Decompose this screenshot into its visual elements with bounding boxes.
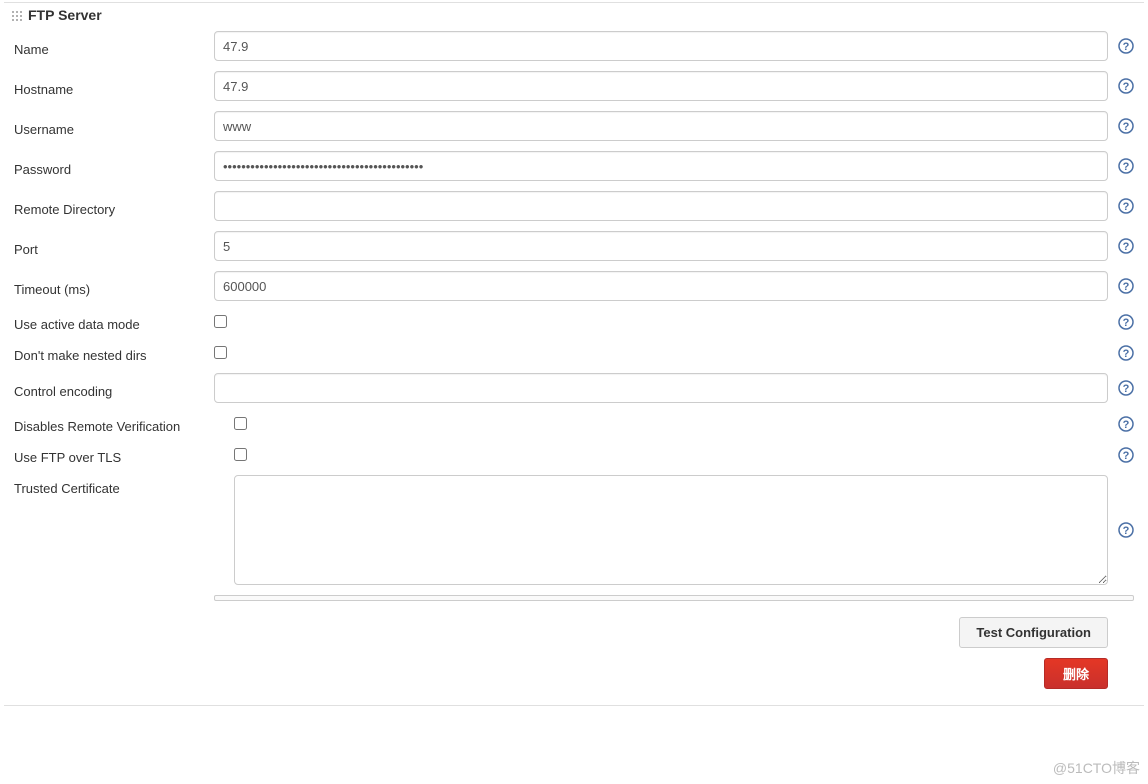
drag-handle-icon[interactable] (10, 9, 22, 21)
row-disable-rv: Disables Remote Verification ? (4, 413, 1144, 434)
label-password: Password (14, 156, 214, 177)
hostname-input[interactable] (214, 71, 1108, 101)
label-hostname: Hostname (14, 76, 214, 97)
help-icon[interactable]: ? (1118, 380, 1134, 396)
help-icon[interactable]: ? (1118, 416, 1134, 432)
help-icon[interactable]: ? (1118, 198, 1134, 214)
label-timeout: Timeout (ms) (14, 276, 214, 297)
svg-text:?: ? (1123, 383, 1130, 395)
ftp-tls-checkbox[interactable] (234, 448, 247, 461)
svg-text:?: ? (1123, 317, 1130, 329)
row-control-encoding: Control encoding ? (4, 373, 1144, 403)
row-ftp-tls: Use FTP over TLS ? (4, 444, 1144, 465)
active-mode-checkbox[interactable] (214, 315, 227, 328)
delete-button[interactable]: 删除 (1044, 658, 1108, 689)
disable-rv-checkbox[interactable] (234, 417, 247, 430)
label-remote-directory: Remote Directory (14, 196, 214, 217)
row-username: Username ? (4, 111, 1144, 141)
ftp-server-section: FTP Server Name ? Hostname ? Username ? … (4, 2, 1144, 706)
control-encoding-input[interactable] (214, 373, 1108, 403)
svg-text:?: ? (1123, 161, 1130, 173)
help-icon[interactable]: ? (1118, 158, 1134, 174)
row-trusted-cert: Trusted Certificate ? (4, 475, 1144, 585)
help-icon[interactable]: ? (1118, 238, 1134, 254)
svg-text:?: ? (1123, 121, 1130, 133)
svg-text:?: ? (1123, 241, 1130, 253)
watermark: @51CTO博客 (1053, 758, 1140, 778)
timeout-input[interactable] (214, 271, 1108, 301)
svg-text:?: ? (1123, 201, 1130, 213)
help-icon[interactable]: ? (1118, 118, 1134, 134)
section-title: FTP Server (28, 7, 102, 23)
help-icon[interactable]: ? (1118, 345, 1134, 361)
svg-text:?: ? (1123, 525, 1130, 537)
trusted-cert-textarea[interactable] (234, 475, 1108, 585)
label-disable-rv: Disables Remote Verification (14, 413, 234, 434)
row-active-mode: Use active data mode ? (4, 311, 1144, 332)
help-icon[interactable]: ? (1118, 447, 1134, 463)
help-icon[interactable]: ? (1118, 278, 1134, 294)
remote-directory-input[interactable] (214, 191, 1108, 221)
help-icon[interactable]: ? (1118, 314, 1134, 330)
label-active-mode: Use active data mode (14, 311, 214, 332)
row-port: Port ? (4, 231, 1144, 261)
name-input[interactable] (214, 31, 1108, 61)
svg-text:?: ? (1123, 41, 1130, 53)
port-input[interactable] (214, 231, 1108, 261)
row-no-nested: Don't make nested dirs ? (4, 342, 1144, 363)
help-icon[interactable]: ? (1118, 78, 1134, 94)
svg-text:?: ? (1123, 348, 1130, 360)
no-nested-checkbox[interactable] (214, 346, 227, 359)
label-trusted-cert: Trusted Certificate (14, 475, 234, 585)
label-port: Port (14, 236, 214, 257)
svg-text:?: ? (1123, 281, 1130, 293)
row-password: Password ? (4, 151, 1144, 181)
row-timeout: Timeout (ms) ? (4, 271, 1144, 301)
test-configuration-button[interactable]: Test Configuration (959, 617, 1108, 648)
svg-text:?: ? (1123, 419, 1130, 431)
help-icon[interactable]: ? (1118, 38, 1134, 54)
section-header: FTP Server (4, 3, 1144, 31)
actions: Test Configuration 删除 (4, 601, 1144, 689)
row-remote-directory: Remote Directory ? (4, 191, 1144, 221)
username-input[interactable] (214, 111, 1108, 141)
row-name: Name ? (4, 31, 1144, 61)
label-username: Username (14, 116, 214, 137)
help-icon[interactable]: ? (1118, 522, 1134, 538)
row-hostname: Hostname ? (4, 71, 1144, 101)
label-ftp-tls: Use FTP over TLS (14, 444, 234, 465)
svg-text:?: ? (1123, 450, 1130, 462)
label-no-nested: Don't make nested dirs (14, 342, 214, 363)
label-control-encoding: Control encoding (14, 378, 214, 399)
label-name: Name (14, 36, 214, 57)
svg-text:?: ? (1123, 81, 1130, 93)
password-input[interactable] (214, 151, 1108, 181)
